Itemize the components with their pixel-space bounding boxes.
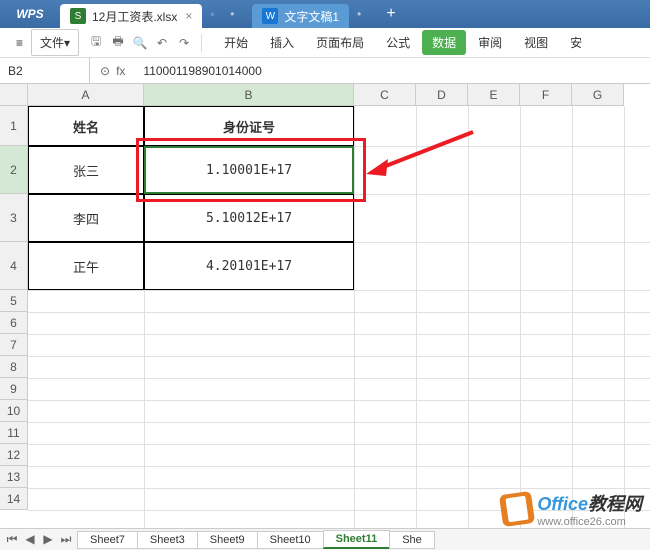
col-header-b[interactable]: B — [144, 84, 354, 106]
sheet-tab[interactable]: Sheet3 — [137, 531, 198, 549]
nav-last-icon[interactable]: ⏭ — [58, 532, 74, 547]
row-header[interactable]: 4 — [0, 242, 28, 290]
row-header[interactable]: 11 — [0, 422, 28, 444]
sheet-tab-active[interactable]: Sheet11 — [323, 530, 391, 549]
quick-access-toolbar: 🖫 🖶 🔍 ↶ ↷ — [87, 34, 202, 52]
file-menu[interactable]: 文件 ▾ — [31, 29, 79, 56]
tab-data[interactable]: 数据 — [422, 30, 466, 55]
col-header-g[interactable]: G — [572, 84, 624, 106]
cell-b2[interactable]: 1.10001E+17 — [144, 146, 354, 194]
tab-review[interactable]: 审阅 — [468, 30, 512, 55]
spreadsheet-grid: A B C D E F G 1 2 3 4 5 6 7 8 9 10 11 12… — [0, 84, 650, 534]
row-header[interactable]: 9 — [0, 378, 28, 400]
select-all-corner[interactable] — [0, 84, 28, 106]
close-icon[interactable]: × — [185, 9, 192, 23]
row-header[interactable]: 14 — [0, 488, 28, 510]
cell-a3[interactable]: 李四 — [28, 194, 144, 242]
cell-a2[interactable]: 张三 — [28, 146, 144, 194]
sheet-nav: ⏮ ◀ ▶ ⏭ — [0, 532, 78, 547]
col-header-c[interactable]: C — [354, 84, 416, 106]
separator: • — [222, 7, 242, 21]
document-icon: W — [262, 8, 278, 24]
sheet-tab[interactable]: Sheet9 — [197, 531, 258, 549]
file-tab-active[interactable]: S 12月工资表.xlsx × — [60, 4, 202, 28]
cells-area[interactable]: 姓名 身份证号 张三 1.10001E+17 李四 5.10012E+17 正午… — [28, 106, 650, 534]
sheet-tab[interactable]: Sheet7 — [77, 531, 138, 549]
col-header-a[interactable]: A — [28, 84, 144, 106]
fx-search-icon[interactable]: ⊙ — [100, 64, 110, 78]
row-header[interactable]: 7 — [0, 334, 28, 356]
wps-logo: WPS — [0, 7, 60, 21]
ribbon-tabs: 开始 插入 页面布局 公式 数据 审阅 视图 安 — [214, 30, 592, 55]
nav-first-icon[interactable]: ⏮ — [4, 532, 20, 547]
menubar: ≡ 文件 ▾ 🖫 🖶 🔍 ↶ ↷ 开始 插入 页面布局 公式 数据 审阅 视图 … — [0, 28, 650, 58]
fx-label[interactable]: fx — [116, 64, 125, 78]
cell-b1[interactable]: 身份证号 — [144, 106, 354, 146]
nav-prev-icon[interactable]: ◀ — [22, 532, 38, 547]
add-tab-button[interactable]: + — [379, 5, 403, 23]
spreadsheet-icon: S — [70, 8, 86, 24]
cell-b4[interactable]: 4.20101E+17 — [144, 242, 354, 290]
row-header[interactable]: 3 — [0, 194, 28, 242]
menu-icon[interactable]: ≡ — [8, 32, 31, 54]
cell-a4[interactable]: 正午 — [28, 242, 144, 290]
name-box[interactable]: B2 — [0, 58, 90, 83]
tab-formula[interactable]: 公式 — [376, 30, 420, 55]
preview-icon[interactable]: 🔍 — [131, 34, 149, 52]
row-header[interactable]: 8 — [0, 356, 28, 378]
sheet-tab[interactable]: She — [389, 531, 435, 549]
cell-b3[interactable]: 5.10012E+17 — [144, 194, 354, 242]
watermark-url: www.office26.com — [537, 516, 642, 528]
row-header[interactable]: 10 — [0, 400, 28, 422]
sheet-tab[interactable]: Sheet10 — [257, 531, 324, 549]
separator: • — [349, 7, 369, 21]
col-header-d[interactable]: D — [416, 84, 468, 106]
nav-next-icon[interactable]: ▶ — [40, 532, 56, 547]
watermark: Office教程网 www.office26.com — [501, 490, 642, 528]
tab-layout[interactable]: 页面布局 — [306, 30, 374, 55]
formula-bar: B2 ⊙ fx 110001198901014000 — [0, 58, 650, 84]
tab-start[interactable]: 开始 — [214, 30, 258, 55]
row-header[interactable]: 1 — [0, 106, 28, 146]
titlebar: WPS S 12月工资表.xlsx × ◦ • W 文字文稿1 • + — [0, 0, 650, 28]
redo-icon[interactable]: ↷ — [175, 34, 193, 52]
fx-area: ⊙ fx — [90, 64, 135, 78]
tab-label: 文字文稿1 — [284, 8, 339, 25]
column-headers: A B C D E F G — [28, 84, 650, 106]
watermark-title: Office教程网 — [537, 490, 642, 516]
undo-icon[interactable]: ↶ — [153, 34, 171, 52]
row-headers: 1 2 3 4 5 6 7 8 9 10 11 12 13 14 — [0, 106, 28, 510]
tab-label: 12月工资表.xlsx — [92, 8, 177, 25]
cell-a1[interactable]: 姓名 — [28, 106, 144, 146]
print-icon[interactable]: 🖶 — [109, 34, 127, 52]
row-header[interactable]: 2 — [0, 146, 28, 194]
bulb-icon: ◦ — [202, 7, 222, 21]
formula-input[interactable]: 110001198901014000 — [135, 58, 650, 83]
row-header[interactable]: 13 — [0, 466, 28, 488]
row-header[interactable]: 5 — [0, 290, 28, 312]
row-header[interactable]: 6 — [0, 312, 28, 334]
file-tab-doc[interactable]: W 文字文稿1 — [252, 4, 349, 28]
watermark-logo-icon — [499, 491, 535, 527]
col-header-f[interactable]: F — [520, 84, 572, 106]
col-header-e[interactable]: E — [468, 84, 520, 106]
sheet-tabs-bar: ⏮ ◀ ▶ ⏭ Sheet7 Sheet3 Sheet9 Sheet10 She… — [0, 528, 650, 550]
tab-view[interactable]: 视图 — [514, 30, 558, 55]
row-header[interactable]: 12 — [0, 444, 28, 466]
tab-insert[interactable]: 插入 — [260, 30, 304, 55]
tab-more[interactable]: 安 — [560, 30, 592, 55]
save-icon[interactable]: 🖫 — [87, 34, 105, 52]
